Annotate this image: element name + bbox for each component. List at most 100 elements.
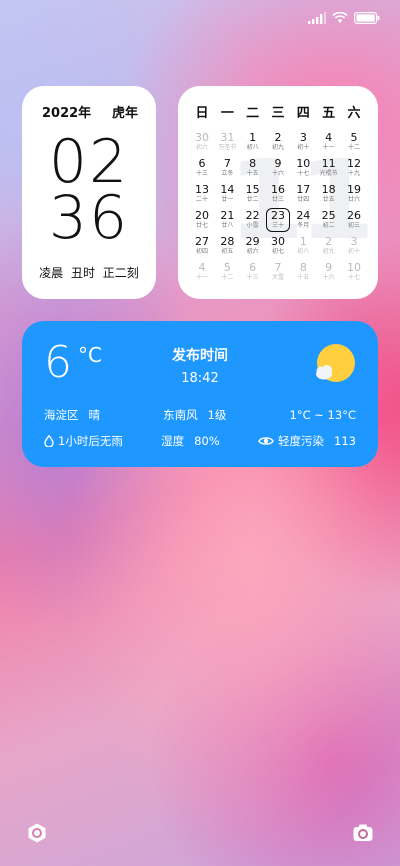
calendar-day[interactable]: 29 初六 <box>241 234 265 258</box>
calendar-day[interactable]: 3 初十 <box>291 130 315 154</box>
calendar-day[interactable]: 24 冬月 <box>291 208 315 232</box>
calendar-day[interactable]: 4 十一 <box>190 260 214 284</box>
calendar-day[interactable]: 28 初五 <box>215 234 239 258</box>
calendar-lunar-date: 十六 <box>271 170 284 177</box>
calendar-day[interactable]: 20 廿七 <box>190 208 214 232</box>
calendar-day[interactable]: 9 十六 <box>317 260 341 284</box>
calendar-day[interactable]: 2 初九 <box>266 130 290 154</box>
weekday-label: 一 <box>220 106 234 121</box>
calendar-day[interactable]: 7 大雪 <box>266 260 290 284</box>
calendar-day-number: 18 <box>321 183 336 196</box>
calendar-day[interactable]: 5 十二 <box>342 130 366 154</box>
calendar-day[interactable]: 11 光棍节 <box>317 156 341 180</box>
calendar-day[interactable]: 9 十六 <box>266 156 290 180</box>
calendar-day[interactable]: 27 初四 <box>190 234 214 258</box>
calendar-day-number: 2 <box>274 131 282 144</box>
calendar-day[interactable]: 18 廿五 <box>317 182 341 206</box>
calendar-day[interactable]: 1 初八 <box>241 130 265 154</box>
calendar-lunar-date: 初八 <box>246 144 259 151</box>
calendar-lunar-date: 十二 <box>347 144 360 151</box>
calendar-day-number: 7 <box>274 261 282 274</box>
calendar-day-number: 19 <box>346 183 361 196</box>
calendar-day-number: 28 <box>220 235 235 248</box>
calendar-day-number: 10 <box>346 261 361 274</box>
weather-row-2: 1小时后无雨 湿度 80% 轻度污染 113 <box>44 433 356 449</box>
weather-aqi: 轻度污染 113 <box>258 433 356 449</box>
calendar-day[interactable]: 10 十七 <box>342 260 366 284</box>
calendar-lunar-date: 初九 <box>322 248 335 255</box>
weather-rain: 1小时后无雨 <box>44 433 123 449</box>
calendar-day[interactable]: 14 廿一 <box>215 182 239 206</box>
calendar-day[interactable]: 19 廿六 <box>342 182 366 206</box>
weather-wind-level: 1级 <box>207 408 227 422</box>
calendar-day[interactable]: 8 十五 <box>291 260 315 284</box>
calendar-day[interactable]: 10 十七 <box>291 156 315 180</box>
calendar-day[interactable]: 31 万圣节 <box>215 130 239 154</box>
calendar-day-number: 26 <box>346 209 361 222</box>
calendar-lunar-date: 初八 <box>297 248 310 255</box>
calendar-widget[interactable]: 11 日一二三四五六 30 初六 31 万圣节 1 初八 2 初九 3 初十 4 十一 5 十二 6 十三 7 立… <box>178 86 378 299</box>
calendar-day[interactable]: 22 小雪 <box>241 208 265 232</box>
calendar-day-number: 4 <box>198 261 206 274</box>
calendar-week-row: 6 十三 7 立冬 8 十五 9 十六 10 十七 11 光棍节 12 十九 <box>190 156 366 182</box>
calendar-lunar-date: 初九 <box>271 144 284 151</box>
calendar-day[interactable]: 30 初六 <box>190 130 214 154</box>
calendar-day[interactable]: 30 初七 <box>266 234 290 258</box>
calendar-day-number: 5 <box>223 261 231 274</box>
battery-icon <box>354 12 380 24</box>
calendar-grid: 30 初六 31 万圣节 1 初八 2 初九 3 初十 4 十一 5 十二 6 十三 7 立冬 8 十五 9 十六 10 十七… <box>190 130 366 286</box>
clock-lunar-time: 凌晨 丑时 正二刻 <box>39 266 139 280</box>
calendar-day-number: 1 <box>299 235 307 248</box>
calendar-day-number: 27 <box>195 235 209 248</box>
calendar-lunar-date: 廿三 <box>271 196 284 203</box>
calendar-lunar-date: 万圣节 <box>218 144 237 151</box>
calendar-day[interactable]: 15 廿二 <box>241 182 265 206</box>
calendar-day-today[interactable]: 23 三十 <box>265 208 290 232</box>
calendar-day[interactable]: 7 立冬 <box>215 156 239 180</box>
calendar-day[interactable]: 3 初十 <box>342 234 366 258</box>
calendar-day[interactable]: 16 廿三 <box>266 182 290 206</box>
calendar-day[interactable]: 1 初八 <box>291 234 315 258</box>
clock-widget[interactable]: 2022年 虎年 02 36 凌晨 丑时 正二刻 <box>22 86 156 299</box>
calendar-day[interactable]: 12 十九 <box>342 156 366 180</box>
calendar-day-number: 9 <box>274 157 282 170</box>
calendar-week-row: 30 初六 31 万圣节 1 初八 2 初九 3 初十 4 十一 5 十二 <box>190 130 366 156</box>
calendar-day-number: 30 <box>270 235 285 248</box>
calendar-week-row: 20 廿七 21 廿八 22 小雪 23 三十 24 冬月 25 初二 26 初三 <box>190 208 366 234</box>
calendar-day[interactable]: 6 十三 <box>241 260 265 284</box>
calendar-day[interactable]: 2 初九 <box>317 234 341 258</box>
calendar-day-number: 6 <box>249 261 257 274</box>
calendar-day[interactable]: 5 十二 <box>215 260 239 284</box>
calendar-week-row: 4 十一 5 十二 6 十三 7 大雪 8 十五 9 十六 10 十七 <box>190 260 366 286</box>
calendar-day[interactable]: 13 二十 <box>190 182 214 206</box>
calendar-week-row: 27 初四 28 初五 29 初六 30 初七 1 初八 2 初九 3 初十 <box>190 234 366 260</box>
calendar-day-number: 22 <box>245 209 260 222</box>
calendar-day[interactable]: 4 十一 <box>317 130 341 154</box>
clock-minute: 36 <box>48 183 130 253</box>
calendar-lunar-date: 小雪 <box>246 222 259 229</box>
calendar-lunar-date: 初二 <box>322 222 335 229</box>
camera-icon[interactable] <box>352 822 374 844</box>
calendar-day-number: 15 <box>245 183 260 196</box>
calendar-day-number: 1 <box>249 131 257 144</box>
calendar-lunar-date: 十一 <box>195 274 208 281</box>
calendar-day[interactable]: 21 廿八 <box>215 208 239 232</box>
calendar-day-number: 21 <box>220 209 235 222</box>
weather-location-condition: 海淀区 晴 <box>44 407 100 423</box>
weekday-label: 四 <box>296 106 310 121</box>
shutter-icon[interactable] <box>26 822 48 844</box>
weather-widget[interactable]: 6 °C 发布时间 18:42 海淀区 晴 东南风 1级 1°C ~ 13°C … <box>22 321 378 467</box>
calendar-day-number: 17 <box>296 183 311 196</box>
weekday-label: 二 <box>246 106 260 121</box>
calendar-day[interactable]: 17 廿四 <box>291 182 315 206</box>
calendar-day-number: 25 <box>321 209 336 222</box>
raindrop-icon <box>44 435 54 447</box>
calendar-day[interactable]: 6 十三 <box>190 156 214 180</box>
calendar-day[interactable]: 25 初二 <box>317 208 341 232</box>
weather-condition: 晴 <box>88 408 101 422</box>
calendar-day-number: 29 <box>245 235 260 248</box>
weekday-label: 日 <box>195 106 209 121</box>
calendar-day[interactable]: 26 初三 <box>342 208 366 232</box>
calendar-lunar-date: 初三 <box>347 222 360 229</box>
calendar-day[interactable]: 8 十五 <box>241 156 265 180</box>
